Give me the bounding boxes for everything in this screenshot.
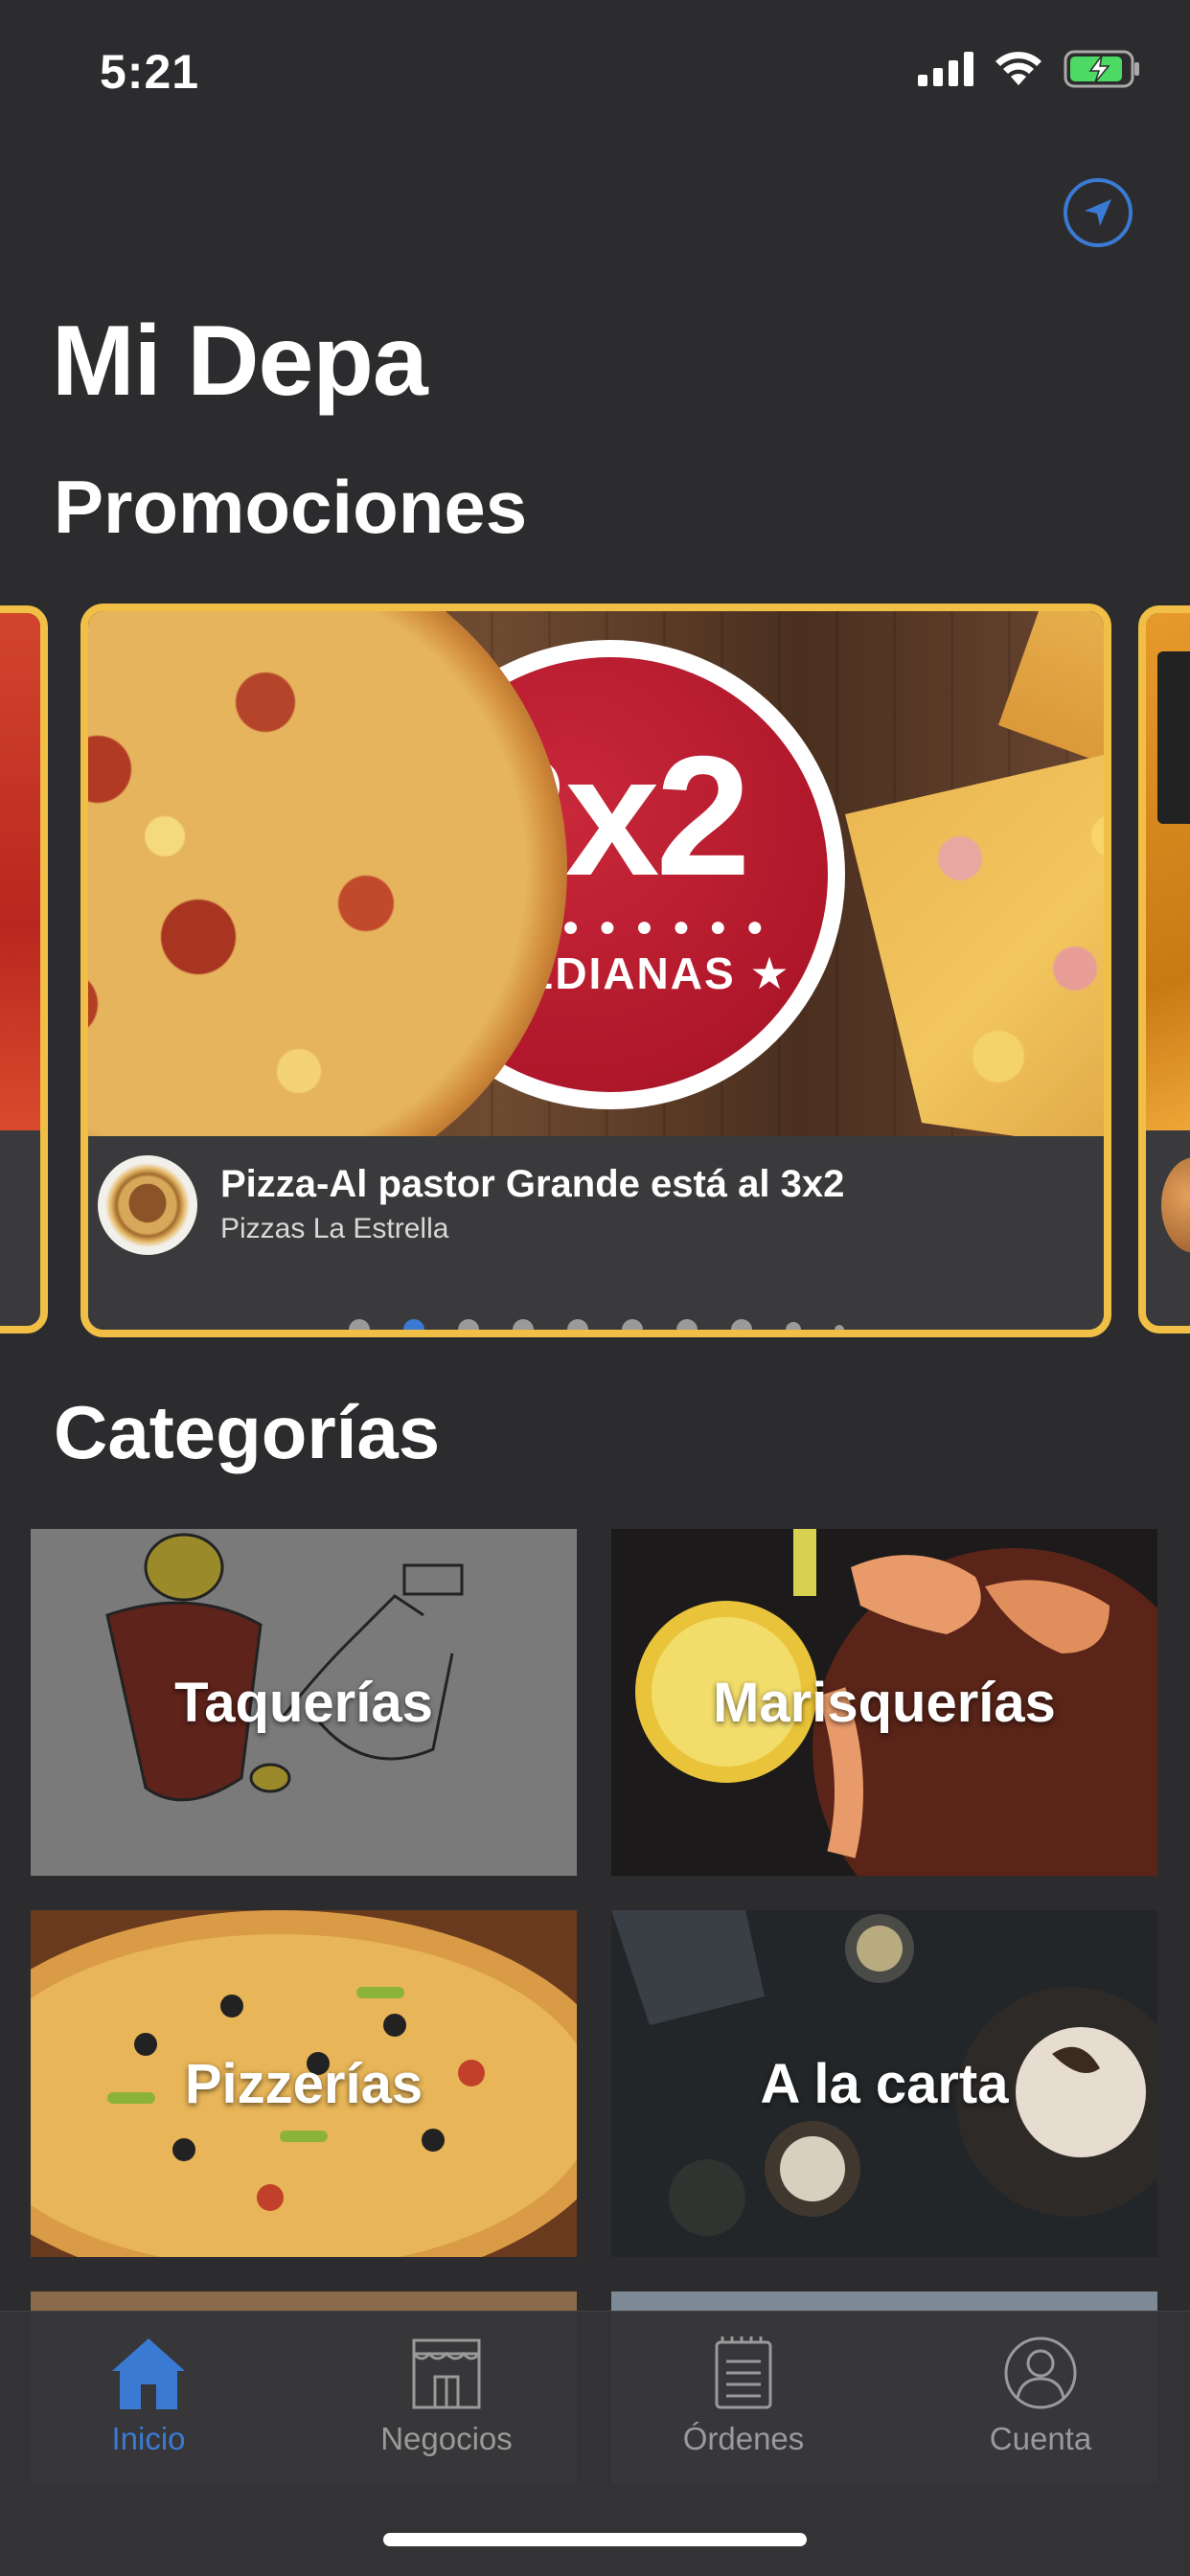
account-icon (1004, 2337, 1077, 2409)
receipt-icon (715, 2337, 772, 2409)
category-label: Taquerías (174, 1671, 433, 1734)
promo-info: Pizza-Al pastor Grande está al 3x2 Pizza… (88, 1136, 1104, 1330)
wifi-icon (995, 52, 1041, 85)
location-title[interactable]: Mi Depa (52, 305, 428, 419)
promo-name: Pizza-Al pastor Grande está al 3x2 (220, 1163, 845, 1205)
page-dot[interactable] (834, 1325, 844, 1330)
page-dot[interactable] (457, 1319, 479, 1330)
page-dot[interactable] (730, 1319, 752, 1330)
business-avatar (98, 1155, 197, 1255)
business-avatar-next (1161, 1157, 1190, 1253)
storefront-icon (412, 2338, 481, 2409)
tab-label: Cuenta (989, 2421, 1092, 2456)
page-dot[interactable] (512, 1319, 534, 1330)
pizza-slice-image (998, 611, 1104, 774)
tab-label: Inicio (111, 2421, 186, 2456)
page-dot[interactable] (675, 1319, 698, 1330)
promo-image-previous (0, 613, 40, 1130)
category-pizzerias[interactable]: Pizzerías (31, 1910, 577, 2257)
promo-image-next (1146, 613, 1190, 1130)
tab-inicio[interactable]: Inicio (53, 2335, 244, 2457)
pizza-image-left (88, 611, 567, 1136)
page-indicator[interactable] (88, 1318, 1104, 1330)
status-time: 5:21 (100, 45, 200, 99)
page-dot-active[interactable] (402, 1319, 424, 1330)
promo-business-name: Pizzas La Estrella (220, 1213, 449, 1244)
location-arrow-icon (1085, 199, 1111, 226)
page-dot[interactable] (566, 1319, 588, 1330)
status-bar: 5:21 (0, 0, 1190, 144)
cellular-signal-icon (918, 52, 973, 86)
page-dot[interactable] (621, 1319, 643, 1330)
page-dot[interactable] (348, 1319, 370, 1330)
promo-card-previous[interactable] (0, 605, 48, 1334)
page-dot[interactable] (785, 1322, 801, 1330)
category-taquerias[interactable]: Taquerías (31, 1529, 577, 1876)
category-a-la-carta[interactable]: A la carta (611, 1910, 1157, 2257)
home-icon (112, 2338, 185, 2409)
promo-card-next[interactable] (1138, 605, 1190, 1334)
tab-label: Negocios (380, 2421, 513, 2456)
tab-cuenta[interactable]: Cuenta (945, 2335, 1136, 2457)
pizza-image-right (845, 726, 1104, 1136)
status-icons (918, 50, 1142, 88)
category-label: A la carta (760, 2052, 1009, 2115)
locate-button[interactable] (1064, 178, 1133, 247)
categories-title: Categorías (54, 1390, 441, 1474)
category-label: Pizzerías (184, 2052, 423, 2115)
battery-charging-icon (1064, 50, 1139, 88)
tab-negocios[interactable]: Negocios (351, 2335, 542, 2457)
promotions-title: Promociones (54, 465, 528, 549)
category-marisquerias[interactable]: Marisquerías (611, 1529, 1157, 1876)
promo-image: 3x2 ● ● ● ● ● ● ● ● ● ★ MEDIANAS ★ 3x2 (88, 611, 1104, 1136)
category-label: Marisquerías (713, 1671, 1056, 1734)
home-indicator[interactable] (383, 2533, 807, 2546)
tab-ordenes[interactable]: Órdenes (648, 2335, 839, 2457)
promo-card[interactable]: 3x2 ● ● ● ● ● ● ● ● ● ★ MEDIANAS ★ 3x2 P… (80, 604, 1111, 1337)
tab-label: Órdenes (682, 2421, 805, 2456)
